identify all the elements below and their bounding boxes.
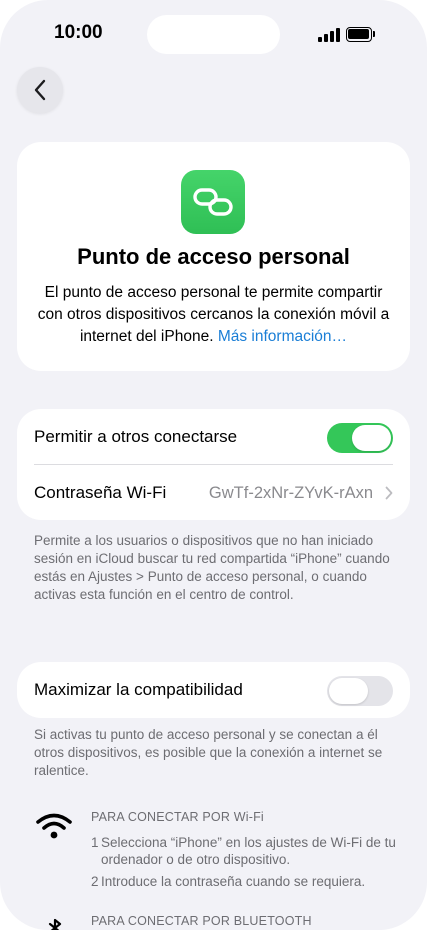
connect-wifi-heading: PARA CONECTAR POR Wi-Fi (91, 810, 264, 824)
step-text: Selecciona “iPhone” en los ajustes de Wi… (101, 835, 396, 867)
wifi-password-value: GwTf-2xNr-ZYvK-rAxn (208, 483, 373, 502)
toggle-knob (352, 425, 391, 451)
hotspot-info-card: Punto de acceso personal El punto de acc… (17, 142, 410, 371)
status-bar: 10:00 (0, 0, 427, 60)
toggle-knob (329, 678, 368, 704)
allow-others-label: Permitir a otros conectarse (34, 427, 238, 446)
bluetooth-icon (48, 918, 62, 930)
compatibility-group: Maximizar la compatibilidad (17, 662, 410, 718)
wifi-password-row[interactable]: Contraseña Wi-Fi GwTf-2xNr-ZYvK-rAxn (34, 465, 393, 521)
wifi-step: 2 Introduce la contraseña cuando se requ… (91, 873, 406, 890)
back-button[interactable] (17, 67, 63, 113)
step-text: Introduce la contraseña cuando se requie… (101, 874, 366, 889)
status-time: 10:00 (54, 22, 103, 43)
wifi-step: 1 Selecciona “iPhone” en los ajustes de … (91, 834, 406, 868)
page-title: Punto de acceso personal (77, 244, 350, 269)
hotspot-settings-group: Permitir a otros conectarse Contraseña W… (17, 409, 410, 520)
battery-icon (346, 27, 376, 42)
step-number: 1 (91, 835, 99, 850)
chevron-left-icon (34, 79, 46, 101)
link-icon (181, 170, 245, 234)
wifi-icon (36, 813, 72, 839)
cellular-signal-icon (318, 28, 342, 42)
wifi-password-label: Contraseña Wi-Fi (34, 483, 167, 502)
maximize-compatibility-label: Maximizar la compatibilidad (34, 680, 243, 699)
maximize-compatibility-toggle[interactable] (327, 676, 393, 706)
hero-description: El punto de acceso personal te permite c… (31, 282, 396, 348)
allow-others-row[interactable]: Permitir a otros conectarse (34, 409, 393, 465)
connect-bluetooth-heading: PARA CONECTAR POR BLUETOOTH (91, 914, 312, 928)
step-number: 2 (91, 874, 99, 889)
more-info-link[interactable]: Más información… (218, 328, 347, 345)
dynamic-island (147, 15, 280, 54)
chevron-right-icon (385, 486, 393, 500)
compatibility-footnote: Si activas tu punto de acceso personal y… (34, 727, 383, 778)
allow-others-footnote: Permite a los usuarios o dispositivos qu… (34, 533, 390, 602)
phone-screen: 10:00 Punto de acceso personal El punto … (0, 0, 427, 930)
maximize-compatibility-row[interactable]: Maximizar la compatibilidad (34, 662, 393, 718)
allow-others-toggle[interactable] (327, 423, 393, 453)
